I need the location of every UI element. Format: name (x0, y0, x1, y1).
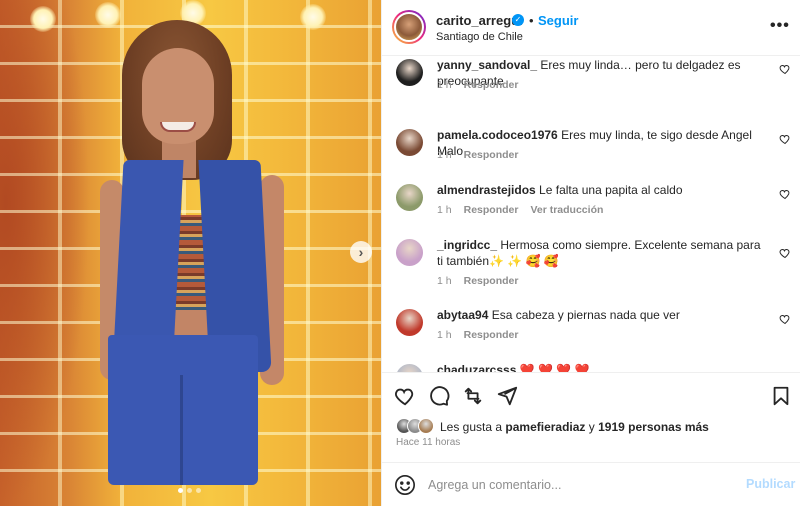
liker-avatar (418, 418, 434, 434)
liker-avatars (396, 418, 440, 436)
carousel-next-button[interactable]: › (350, 241, 372, 263)
author-username[interactable]: carito_arregui (436, 13, 523, 28)
post-panel: carito_arregui ✓ • Seguir Santiago de Ch… (381, 0, 800, 506)
send-icon[interactable] (496, 385, 518, 407)
reply-button[interactable]: Responder (464, 329, 519, 341)
comment-avatar[interactable] (396, 239, 423, 266)
carousel-dot-active (178, 488, 183, 493)
liker-username[interactable]: pamefieradiaz (505, 420, 585, 434)
comment-body: chaduzarcsss ❤️ ❤️ ❤️ ❤️ (437, 362, 767, 372)
figure-shorts (108, 335, 258, 485)
likes-prefix: Les gusta a (440, 420, 506, 434)
comment-username[interactable]: pamela.codoceo1976 (437, 128, 558, 142)
comment-icon[interactable] (428, 385, 450, 407)
likes-text: Les gusta a pamefieradiaz y 1919 persona… (440, 420, 709, 434)
light-bulb (300, 4, 326, 30)
comment-time: 1 h (437, 275, 452, 287)
see-translation-button[interactable]: Ver traducción (530, 204, 603, 216)
comment-avatar[interactable] (396, 129, 423, 156)
publish-button[interactable]: Publicar (746, 477, 795, 491)
comment-body: _ingridcc_ Hermosa como siempre. Excelen… (437, 237, 767, 269)
comment-username[interactable]: almendrastejidos (437, 183, 536, 197)
more-options-button[interactable]: ••• (770, 17, 790, 35)
comment-like-icon[interactable] (779, 313, 791, 325)
comment-username[interactable]: _ingridcc_ (437, 238, 497, 252)
follow-button[interactable]: Seguir (538, 13, 578, 28)
comment-avatar[interactable] (396, 364, 423, 372)
comment-body: abytaa94 Esa cabeza y piernas nada que v… (437, 307, 767, 323)
light-bulb (30, 6, 56, 32)
post-timestamp: Hace 11 horas (396, 437, 461, 448)
comment-username[interactable]: chaduzarcsss (437, 363, 516, 372)
chevron-right-icon: › (358, 244, 364, 260)
comment-username[interactable]: abytaa94 (437, 308, 488, 322)
comment-time: 1 h (437, 79, 452, 91)
more-horizontal-icon: ••• (770, 17, 790, 34)
likes-count[interactable]: 1919 personas más (598, 420, 709, 434)
comment-meta: 1 h Responder (437, 79, 518, 91)
share-icon[interactable] (462, 385, 484, 407)
carousel-dots (178, 488, 201, 493)
likes-conjunction: y (585, 420, 599, 434)
comment-text: Le falta una papita al caldo (539, 183, 683, 197)
post-header: carito_arregui ✓ • Seguir Santiago de Ch… (382, 0, 800, 56)
figure-smile (160, 122, 196, 132)
comment-time: 1 h (437, 149, 452, 161)
carousel-dot (196, 488, 201, 493)
likes-summary[interactable]: Les gusta a pamefieradiaz y 1919 persona… (396, 417, 709, 437)
emoji-icon[interactable] (394, 474, 416, 496)
comment-avatar[interactable] (396, 184, 423, 211)
comment-meta: 1 h Responder (437, 275, 518, 287)
comment-meta: 1 h Responder (437, 329, 518, 341)
comment-username[interactable]: yanny_sandoval_ (437, 58, 537, 72)
carousel-dot (187, 488, 192, 493)
reply-button[interactable]: Responder (464, 79, 519, 91)
comment-meta: 1 h Responder Ver traducción (437, 204, 603, 216)
comment-like-icon[interactable] (779, 247, 791, 259)
comment-like-icon[interactable] (779, 133, 791, 145)
comment-avatar[interactable] (396, 59, 423, 86)
comment-time: 1 h (437, 329, 452, 341)
heart-icon[interactable] (394, 385, 416, 407)
comment-like-icon[interactable] (779, 63, 791, 75)
comment-text: ❤️ ❤️ ❤️ ❤️ (519, 363, 590, 372)
comment-like-icon[interactable] (779, 188, 791, 200)
comment-avatar[interactable] (396, 309, 423, 336)
comment-meta: 1 h Responder (437, 149, 518, 161)
add-comment-bar: Publicar (382, 462, 800, 506)
header-separator: • (529, 13, 534, 28)
reply-button[interactable]: Responder (464, 275, 519, 287)
verified-badge-icon: ✓ (512, 14, 524, 26)
comment-time: 1 h (437, 204, 452, 216)
comment-input[interactable] (428, 475, 708, 495)
post-actions-bar (382, 372, 800, 412)
comments-list[interactable]: yanny_sandoval_ Eres muy linda… pero tu … (382, 57, 800, 372)
reply-button[interactable]: Responder (464, 149, 519, 161)
author-avatar[interactable] (392, 10, 426, 44)
post-location[interactable]: Santiago de Chile (436, 31, 523, 43)
person-figure (100, 10, 300, 506)
comment-body: almendrastejidos Le falta una papita al … (437, 182, 767, 198)
post-photo[interactable]: › (0, 0, 381, 506)
bookmark-icon[interactable] (770, 385, 792, 407)
comment-text: Esa cabeza y piernas nada que ver (491, 308, 680, 322)
reply-button[interactable]: Responder (464, 204, 519, 216)
